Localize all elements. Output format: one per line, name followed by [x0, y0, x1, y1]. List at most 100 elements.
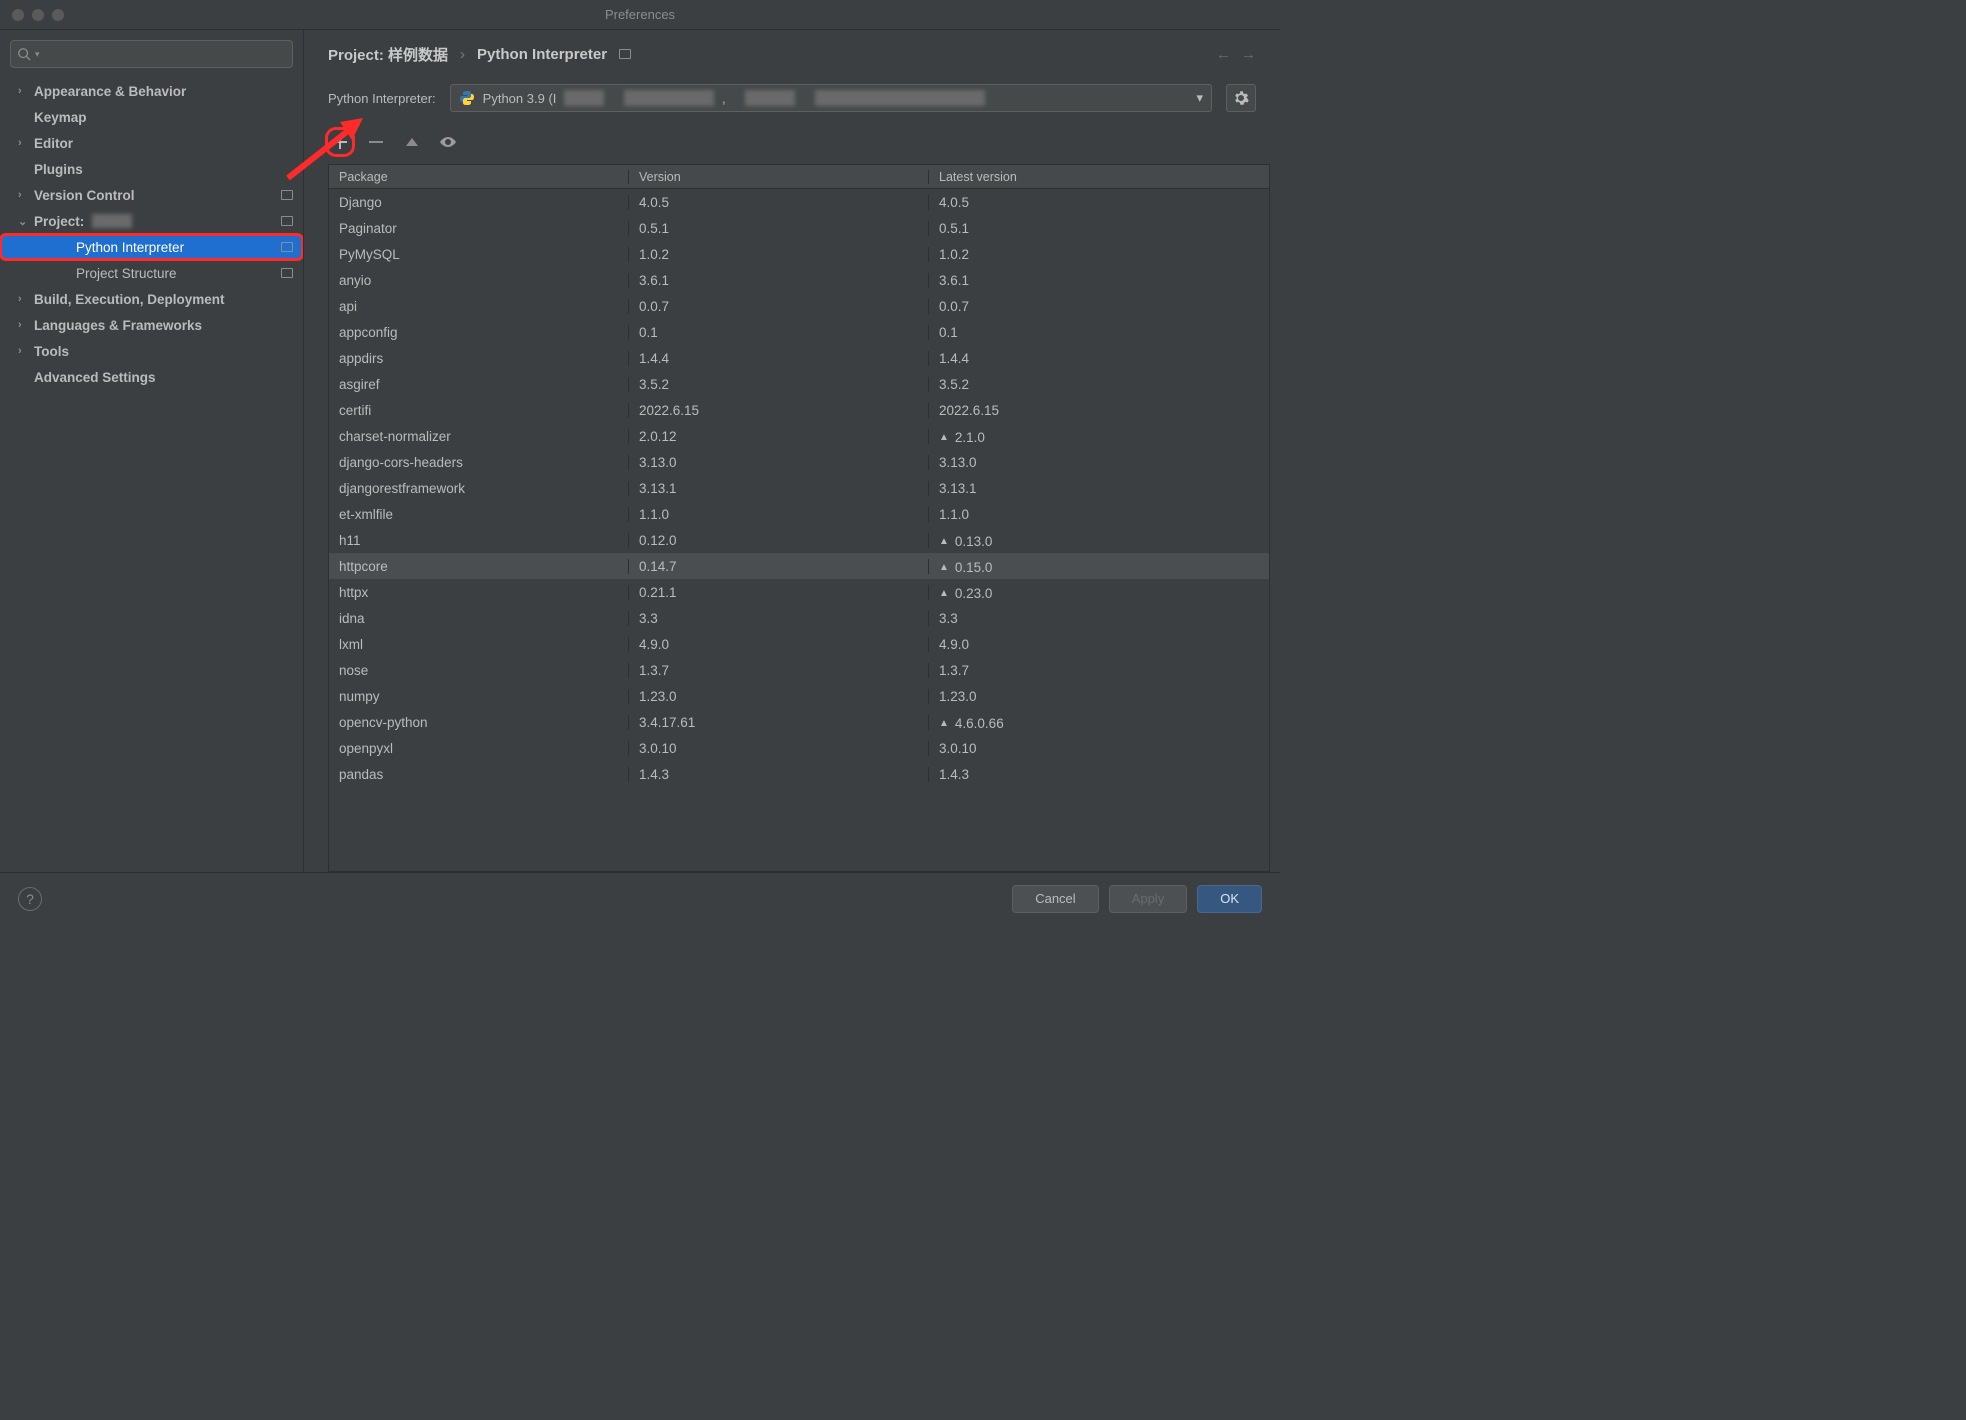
sidebar-item-python-interpreter[interactable]: Python Interpreter	[0, 234, 303, 260]
chevron-right-icon: ›	[18, 85, 28, 97]
interpreter-label: Python Interpreter:	[328, 91, 436, 106]
minus-icon	[369, 135, 383, 149]
interpreter-settings-button[interactable]	[1226, 84, 1256, 112]
sidebar-item-label: Project:	[34, 214, 84, 229]
reset-indicator-icon[interactable]	[619, 49, 631, 59]
sidebar-item-tools[interactable]: ›Tools	[0, 338, 303, 364]
cell-version: 1.0.2	[629, 247, 929, 262]
table-row[interactable]: et-xmlfile1.1.01.1.0	[329, 501, 1269, 527]
table-row[interactable]: appdirs1.4.41.4.4	[329, 345, 1269, 371]
col-package[interactable]: Package	[329, 170, 629, 184]
triangle-up-icon: ▲	[939, 432, 949, 443]
cell-version: 2022.6.15	[629, 403, 929, 418]
sidebar-item-advanced-settings[interactable]: Advanced Settings	[0, 364, 303, 390]
sidebar-item-build-execution-deployment[interactable]: ›Build, Execution, Deployment	[0, 286, 303, 312]
sidebar-item-editor[interactable]: ›Editor	[0, 130, 303, 156]
cell-latest: 1.4.3	[929, 767, 1269, 782]
show-early-releases-button[interactable]	[436, 130, 460, 154]
sidebar-item-label: Project Structure	[76, 266, 177, 281]
table-row[interactable]: httpx0.21.1▲0.23.0	[329, 579, 1269, 605]
cell-latest: ▲0.13.0	[929, 532, 1269, 549]
add-package-button[interactable]	[328, 130, 352, 154]
col-latest[interactable]: Latest version	[929, 170, 1269, 184]
table-row[interactable]: charset-normalizer2.0.12▲2.1.0	[329, 423, 1269, 449]
reset-indicator-icon[interactable]	[281, 216, 293, 226]
cell-version: 0.12.0	[629, 533, 929, 548]
table-row[interactable]: api0.0.70.0.7	[329, 293, 1269, 319]
table-row[interactable]: pandas1.4.31.4.3	[329, 761, 1269, 787]
col-version[interactable]: Version	[629, 170, 929, 184]
sidebar-item-keymap[interactable]: Keymap	[0, 104, 303, 130]
cell-version: 1.1.0	[629, 507, 929, 522]
table-row[interactable]: opencv-python3.4.17.61▲4.6.0.66	[329, 709, 1269, 735]
sidebar-item-project-structure[interactable]: Project Structure	[0, 260, 303, 286]
triangle-up-icon: ▲	[939, 588, 949, 599]
table-row[interactable]: h110.12.0▲0.13.0	[329, 527, 1269, 553]
sidebar-item-version-control[interactable]: › Version Control	[0, 182, 303, 208]
table-row[interactable]: asgiref3.5.23.5.2	[329, 371, 1269, 397]
cell-package: httpx	[329, 585, 629, 600]
cell-version: 3.3	[629, 611, 929, 626]
cell-package: PyMySQL	[329, 247, 629, 262]
remove-package-button[interactable]	[364, 130, 388, 154]
cell-version: 3.4.17.61	[629, 715, 929, 730]
table-row[interactable]: djangorestframework3.13.13.13.1	[329, 475, 1269, 501]
reset-indicator-icon[interactable]	[281, 268, 293, 278]
sidebar-item-label: Editor	[34, 136, 73, 151]
dialog-footer: ? Cancel Apply OK	[0, 872, 1280, 924]
upgrade-package-button[interactable]	[400, 130, 424, 154]
table-row[interactable]: openpyxl3.0.103.0.10	[329, 735, 1269, 761]
table-row[interactable]: appconfig0.10.1	[329, 319, 1269, 345]
reset-indicator-icon[interactable]	[281, 242, 293, 252]
table-row[interactable]: django-cors-headers3.13.03.13.0	[329, 449, 1269, 475]
cell-package: api	[329, 299, 629, 314]
cell-latest: 3.13.1	[929, 481, 1269, 496]
ok-button[interactable]: OK	[1197, 885, 1262, 913]
reset-indicator-icon[interactable]	[281, 190, 293, 200]
table-row[interactable]: nose1.3.71.3.7	[329, 657, 1269, 683]
cell-version: 0.0.7	[629, 299, 929, 314]
interpreter-dropdown[interactable]: Python 3.9 (I , ▾	[450, 84, 1212, 112]
cell-latest: 1.4.4	[929, 351, 1269, 366]
cell-package: Django	[329, 195, 629, 210]
sidebar-item-label: Version Control	[34, 188, 135, 203]
chevron-right-icon: ›	[18, 189, 28, 201]
table-row[interactable]: httpcore0.14.7▲0.15.0	[329, 553, 1269, 579]
table-body[interactable]: Django4.0.54.0.5Paginator0.5.10.5.1PyMyS…	[329, 189, 1269, 871]
cancel-button[interactable]: Cancel	[1012, 885, 1098, 913]
table-row[interactable]: anyio3.6.13.6.1	[329, 267, 1269, 293]
cell-version: 0.5.1	[629, 221, 929, 236]
table-row[interactable]: PyMySQL1.0.21.0.2	[329, 241, 1269, 267]
window-controls	[0, 9, 64, 21]
zoom-window-icon[interactable]	[52, 9, 64, 21]
sidebar-item-project[interactable]: ⌄Project:	[0, 208, 303, 234]
cell-package: numpy	[329, 689, 629, 704]
sidebar-item-languages-frameworks[interactable]: ›Languages & Frameworks	[0, 312, 303, 338]
cell-latest: 1.3.7	[929, 663, 1269, 678]
table-row[interactable]: Paginator0.5.10.5.1	[329, 215, 1269, 241]
triangle-up-icon: ▲	[939, 718, 949, 729]
cell-version: 1.4.4	[629, 351, 929, 366]
cell-package: anyio	[329, 273, 629, 288]
search-icon	[17, 47, 31, 61]
sidebar-item-plugins[interactable]: Plugins	[0, 156, 303, 182]
table-row[interactable]: Django4.0.54.0.5	[329, 189, 1269, 215]
nav-back-icon[interactable]: ←	[1216, 46, 1231, 63]
table-row[interactable]: certifi2022.6.152022.6.15	[329, 397, 1269, 423]
help-button[interactable]: ?	[18, 887, 42, 911]
cell-latest: 3.13.0	[929, 455, 1269, 470]
settings-search-input[interactable]: ▾	[10, 40, 293, 68]
table-row[interactable]: idna3.33.3	[329, 605, 1269, 631]
sidebar-item-appearance-behavior[interactable]: ›Appearance & Behavior	[0, 78, 303, 104]
chevron-right-icon: ›	[18, 345, 28, 357]
apply-button[interactable]: Apply	[1109, 885, 1188, 913]
triangle-up-icon	[405, 135, 419, 149]
cell-version: 1.4.3	[629, 767, 929, 782]
close-window-icon[interactable]	[12, 9, 24, 21]
nav-forward-icon[interactable]: →	[1241, 46, 1256, 63]
cell-latest: 0.1	[929, 325, 1269, 340]
cell-package: opencv-python	[329, 715, 629, 730]
table-row[interactable]: lxml4.9.04.9.0	[329, 631, 1269, 657]
table-row[interactable]: numpy1.23.01.23.0	[329, 683, 1269, 709]
minimize-window-icon[interactable]	[32, 9, 44, 21]
